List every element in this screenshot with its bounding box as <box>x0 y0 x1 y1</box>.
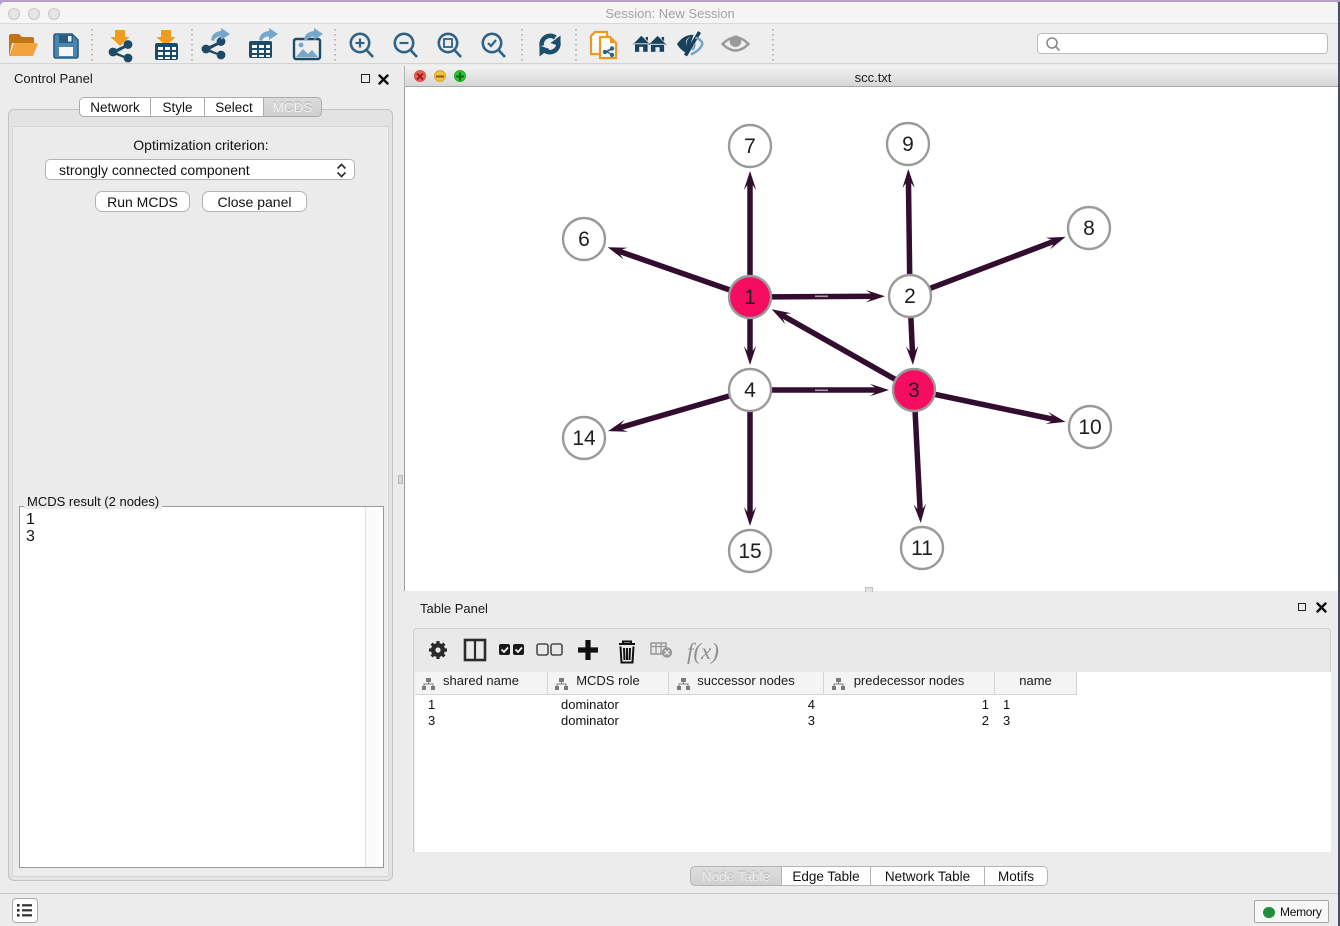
svg-text:9: 9 <box>902 133 914 156</box>
svg-text:f(x): f(x) <box>687 639 719 664</box>
svg-text:8: 8 <box>1083 217 1095 240</box>
svg-text:2: 2 <box>904 285 916 308</box>
svg-text:1: 1 <box>744 286 756 309</box>
svg-text:14: 14 <box>572 427 596 450</box>
svg-text:11: 11 <box>911 537 933 560</box>
svg-text:4: 4 <box>744 379 756 402</box>
svg-text:15: 15 <box>738 540 761 563</box>
svg-text:3: 3 <box>908 379 920 402</box>
svg-text:10: 10 <box>1078 416 1101 439</box>
svg-text:7: 7 <box>744 135 756 158</box>
svg-text:6: 6 <box>578 228 590 251</box>
